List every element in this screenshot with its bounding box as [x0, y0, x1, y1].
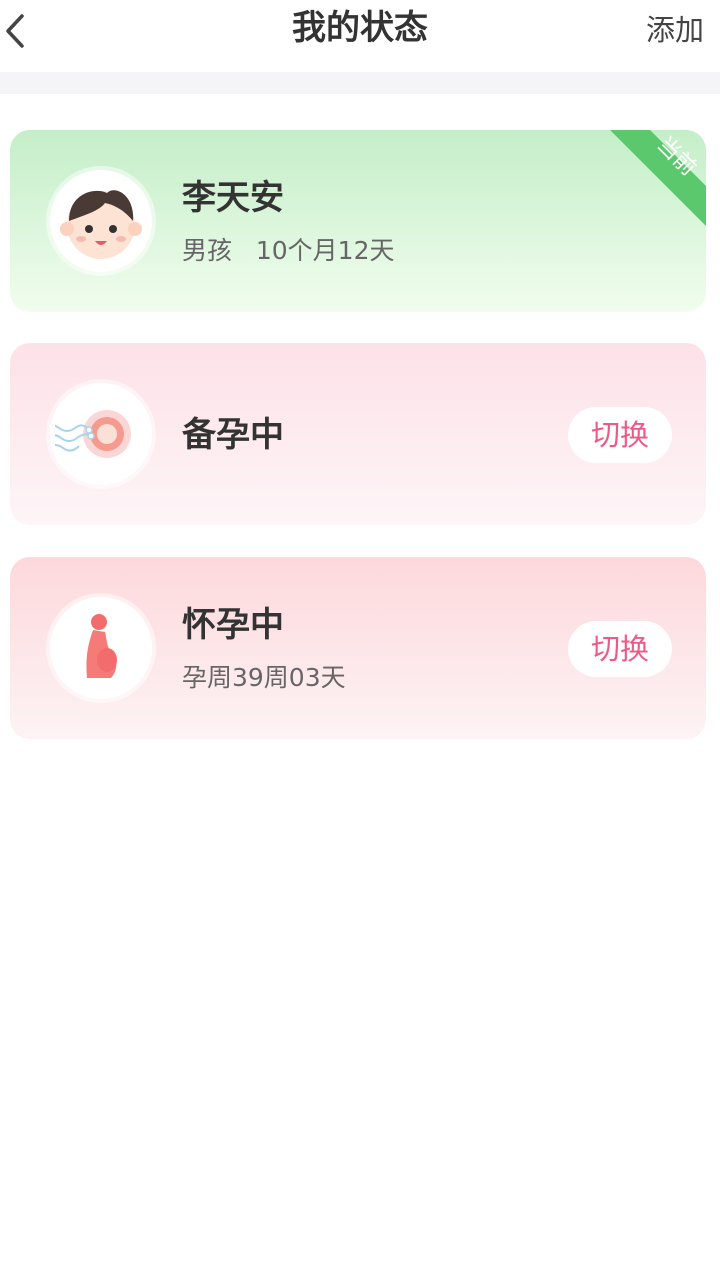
status-card-pregnant[interactable]: 怀孕中 孕周39周03天 切换: [10, 557, 706, 739]
child-age: 10个月12天: [255, 236, 395, 265]
child-info: 男孩 10个月12天: [182, 236, 394, 266]
child-gender: 男孩: [182, 236, 233, 265]
switch-button[interactable]: 切换: [568, 407, 672, 463]
status-name: 备孕中: [182, 415, 284, 455]
baby-face-icon: [60, 190, 142, 259]
add-button[interactable]: 添加: [646, 12, 704, 48]
pregnancy-week: 孕周39周03天: [182, 663, 346, 692]
top-nav-bar: 我的状态 添加: [0, 0, 720, 72]
current-badge: 当前: [610, 130, 706, 226]
status-card-child[interactable]: 李天安 男孩 10个月12天 当前: [10, 130, 706, 312]
status-name: 怀孕中: [182, 605, 284, 645]
avatar: [50, 383, 152, 485]
child-name: 李天安: [182, 178, 284, 218]
status-card-preparing[interactable]: 备孕中 切换: [10, 343, 706, 525]
switch-button[interactable]: 切换: [568, 621, 672, 677]
page-title: 我的状态: [292, 8, 428, 48]
egg-sperm-icon: [55, 410, 131, 458]
nav-divider: [0, 72, 720, 94]
pregnant-woman-icon: [86, 614, 117, 678]
avatar: [50, 597, 152, 699]
avatar: [50, 170, 152, 272]
